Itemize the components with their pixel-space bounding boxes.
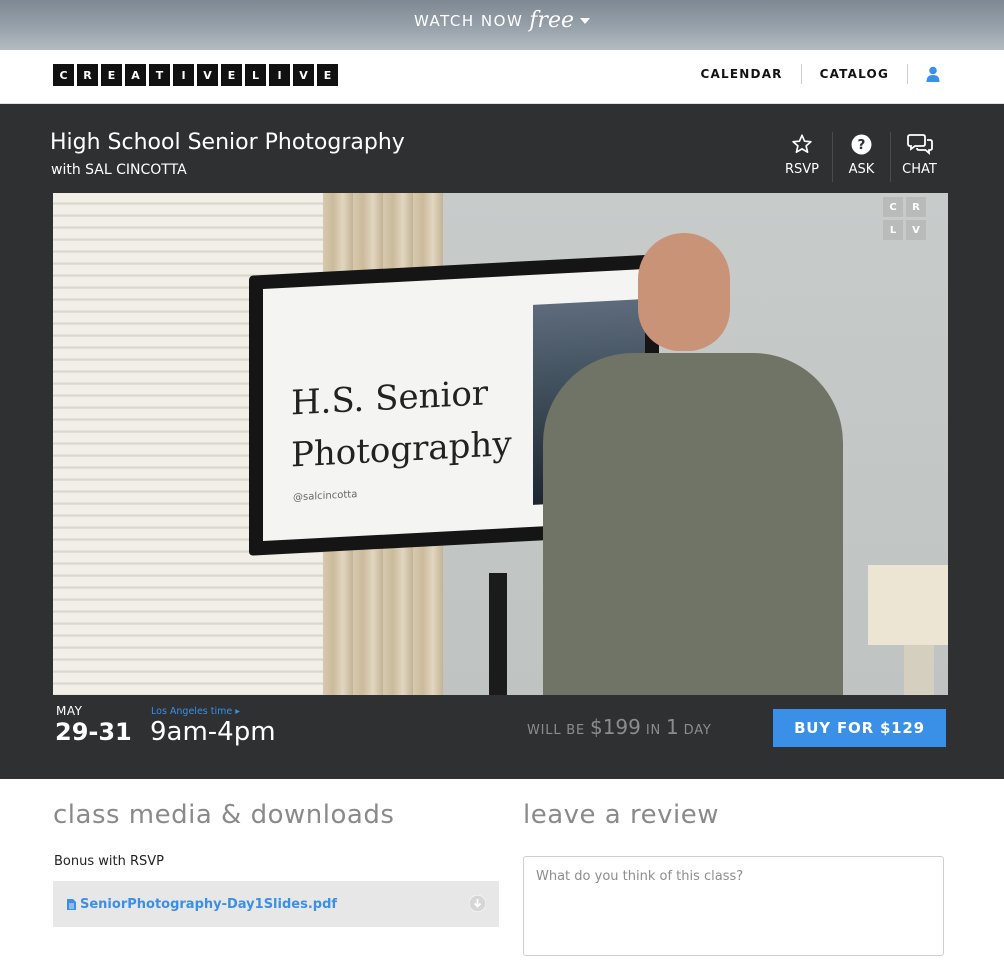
video-presenter bbox=[543, 233, 863, 695]
future-price: $199 bbox=[589, 715, 641, 739]
logo-letter: I bbox=[269, 64, 290, 86]
timezone-label: Los Angeles time bbox=[151, 706, 233, 717]
watermark-letter: R bbox=[906, 197, 926, 217]
class-media-title: class media & downloads bbox=[53, 800, 395, 830]
logo-letter: A bbox=[125, 64, 146, 86]
course-actions: RSVP ? ASK CHAT bbox=[772, 132, 948, 182]
watermark-letter: C bbox=[883, 197, 903, 217]
review-input[interactable] bbox=[523, 856, 944, 956]
video-lamp-base bbox=[904, 645, 934, 695]
free-label: free bbox=[529, 7, 574, 33]
logo-letter: L bbox=[245, 64, 266, 86]
presenter-head bbox=[638, 233, 730, 351]
buy-button[interactable]: BUY FOR $129 bbox=[773, 709, 946, 747]
video-tv-stand bbox=[489, 573, 507, 695]
watch-now-label: WATCH NOW bbox=[414, 12, 524, 30]
logo-letter: R bbox=[77, 64, 98, 86]
presenter-body bbox=[543, 353, 843, 695]
class-media-section: class media & downloads Bonus with RSVP … bbox=[53, 800, 500, 927]
video-lamp bbox=[868, 565, 948, 645]
price-countdown: WILL BE $199 IN 1 DAY bbox=[527, 715, 712, 739]
ask-label: ASK bbox=[848, 162, 875, 177]
download-filename[interactable]: SeniorPhotography-Day1Slides.pdf bbox=[80, 897, 337, 912]
question-icon: ? bbox=[851, 132, 872, 156]
chat-button[interactable]: CHAT bbox=[890, 132, 948, 182]
schedule-days: 29-31 bbox=[55, 718, 132, 746]
watermark-letter: V bbox=[906, 220, 926, 240]
chat-label: CHAT bbox=[902, 162, 937, 177]
will-be-label: WILL BE bbox=[527, 723, 586, 738]
logo-letter: V bbox=[197, 64, 218, 86]
video-player[interactable]: H.S. Senior Photography @salcincotta C R… bbox=[53, 193, 948, 695]
slide-title-line: Photography bbox=[291, 423, 512, 476]
crlv-watermark: C R L V bbox=[883, 197, 926, 240]
logo-letter: E bbox=[317, 64, 338, 86]
review-section: leave a review bbox=[523, 800, 944, 960]
schedule-month: MAY bbox=[56, 704, 83, 718]
rsvp-label: RSVP bbox=[784, 162, 820, 177]
nav-catalog-link[interactable]: CATALOG bbox=[802, 67, 907, 81]
caret-down-icon bbox=[579, 18, 590, 24]
schedule-bar: MAY 29-31 Los Angeles time ▸ 9am-4pm WIL… bbox=[53, 695, 948, 779]
nav-calendar-link[interactable]: CALENDAR bbox=[683, 67, 801, 81]
days-count: 1 bbox=[665, 715, 679, 739]
rsvp-button[interactable]: RSVP bbox=[772, 132, 832, 182]
user-icon bbox=[926, 66, 940, 82]
logo-letter: I bbox=[173, 64, 194, 86]
creativelive-logo[interactable]: C R E A T I V E L I V E bbox=[53, 64, 338, 86]
slide-title: H.S. Senior Photography bbox=[291, 366, 512, 482]
day-label: DAY bbox=[683, 723, 712, 738]
review-title: leave a review bbox=[523, 800, 719, 830]
logo-letter: V bbox=[293, 64, 314, 86]
star-icon bbox=[791, 132, 813, 156]
ask-button[interactable]: ? ASK bbox=[832, 132, 890, 182]
logo-letter: E bbox=[101, 64, 122, 86]
file-icon bbox=[67, 898, 76, 910]
watch-now-promo-bar[interactable]: WATCH NOW free bbox=[0, 0, 1004, 50]
download-icon[interactable] bbox=[469, 895, 486, 912]
user-account-button[interactable] bbox=[908, 66, 940, 82]
main-nav: CALENDAR CATALOG bbox=[683, 63, 940, 85]
course-title: High School Senior Photography bbox=[50, 130, 405, 155]
schedule-time: 9am-4pm bbox=[150, 717, 276, 747]
svg-text:?: ? bbox=[858, 137, 866, 153]
bonus-label: Bonus with RSVP bbox=[54, 854, 164, 869]
class-stage: High School Senior Photography with SAL … bbox=[0, 104, 1004, 779]
in-label: IN bbox=[645, 723, 661, 738]
instructor-name[interactable]: with SAL CINCOTTA bbox=[51, 162, 187, 178]
slide-handle: @salcincotta bbox=[293, 489, 358, 504]
download-item[interactable]: SeniorPhotography-Day1Slides.pdf bbox=[53, 881, 499, 927]
timezone-link[interactable]: Los Angeles time ▸ bbox=[151, 706, 240, 717]
chat-icon bbox=[906, 132, 933, 156]
watermark-letter: L bbox=[883, 220, 903, 240]
logo-letter: E bbox=[221, 64, 242, 86]
caret-right-icon: ▸ bbox=[235, 706, 241, 717]
site-header: C R E A T I V E L I V E CALENDAR CATALOG bbox=[0, 50, 1004, 104]
logo-letter: C bbox=[53, 64, 74, 86]
logo-letter: T bbox=[149, 64, 170, 86]
